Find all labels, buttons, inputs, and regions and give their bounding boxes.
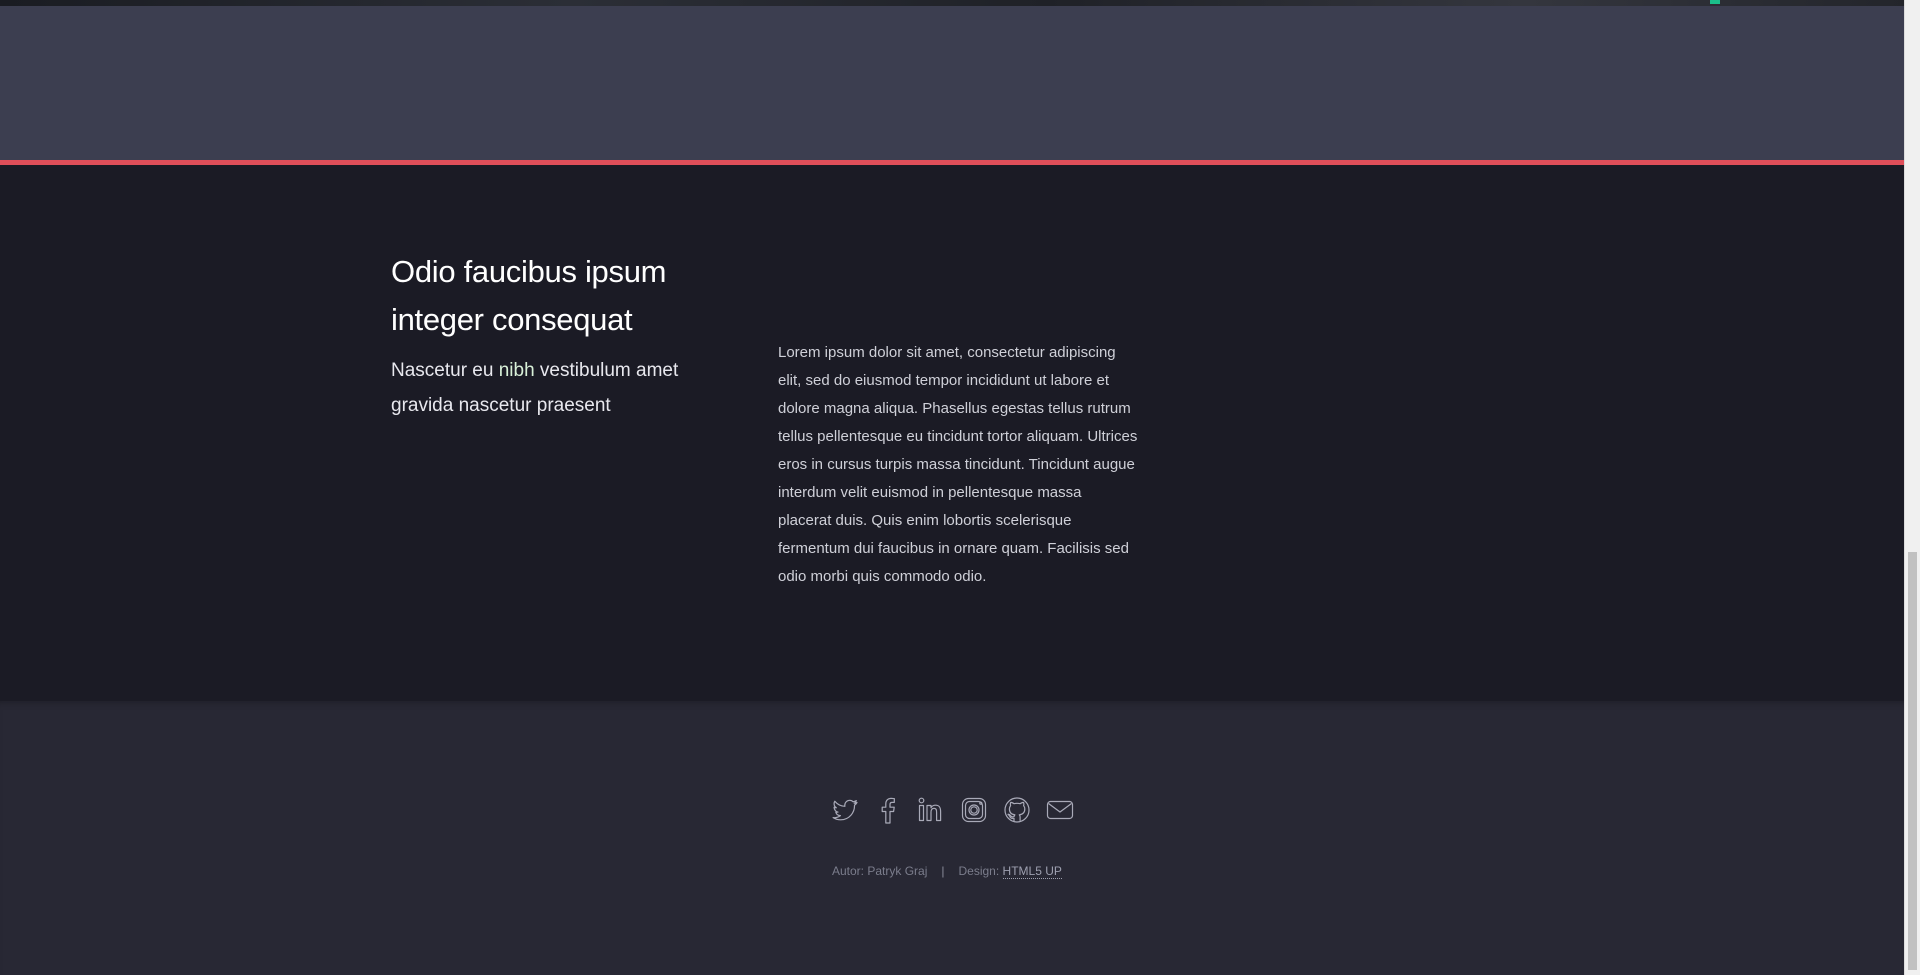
github-icon[interactable] [1002, 795, 1032, 825]
footer-credits: Autor: Patryk Graj | Design: HTML5 UP [832, 864, 1062, 879]
content-section: Odio faucibus ipsum integer consequat Na… [0, 165, 1904, 701]
facebook-icon[interactable] [873, 795, 903, 825]
page: Odio faucibus ipsum integer consequat Na… [0, 0, 1920, 975]
linkedin-icon[interactable] [916, 795, 946, 825]
footer: Autor: Patryk Graj | Design: HTML5 UP [0, 701, 1904, 975]
strip-accent [1710, 0, 1720, 4]
section-subheading: Nascetur eu nibh vestibulum amet gravida… [391, 353, 731, 423]
banner-section [0, 6, 1904, 160]
design-link[interactable]: HTML5 UP [1002, 864, 1062, 879]
scrollbar-thumb[interactable] [1908, 552, 1917, 970]
vertical-scrollbar[interactable] [1904, 0, 1920, 975]
section-body-text: Lorem ipsum dolor sit amet, consectetur … [778, 344, 1138, 585]
subheading-highlight: nibh [498, 360, 535, 381]
social-icons [830, 795, 1075, 825]
credits-separator: | [941, 864, 945, 878]
twitter-icon[interactable] [830, 795, 860, 825]
section-heading: Odio faucibus ipsum integer consequat [391, 254, 667, 337]
author-credit: Autor: Patryk Graj [832, 864, 928, 878]
subheading-pre: Nascetur eu [391, 360, 499, 381]
design-label: Design: [958, 864, 1003, 878]
instagram-icon[interactable] [959, 795, 989, 825]
email-icon[interactable] [1045, 795, 1075, 825]
